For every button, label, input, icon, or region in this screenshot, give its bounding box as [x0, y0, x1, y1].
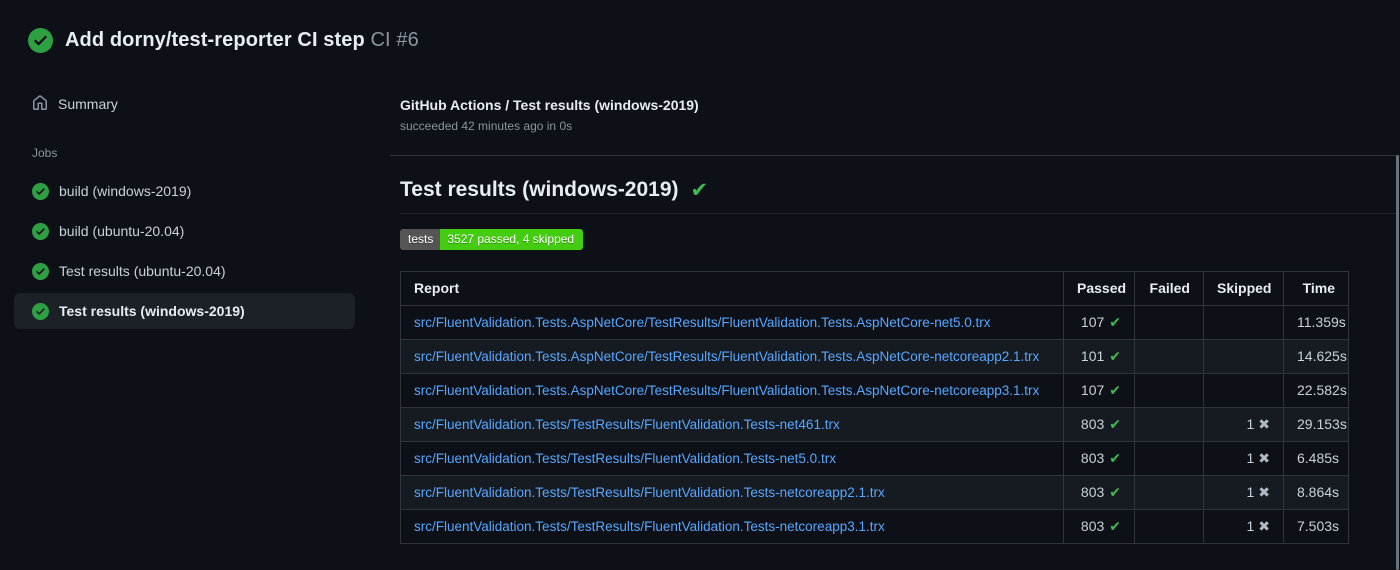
job-label: Test results (windows-2019) [59, 303, 245, 319]
report-heading: Test results (windows-2019) ✔ [400, 178, 1396, 214]
table-row: src/FluentValidation.Tests.AspNetCore/Te… [400, 305, 1349, 340]
passed-check-icon: ✔ [1109, 348, 1121, 364]
jobs-section-label: Jobs [32, 146, 58, 160]
table-row: src/FluentValidation.Tests.AspNetCore/Te… [400, 373, 1349, 408]
success-check-icon: ✔ [690, 178, 709, 202]
passed-cell: 107 ✔ [1063, 373, 1135, 408]
passed-cell: 803 ✔ [1063, 407, 1135, 442]
skipped-x-icon: ✖ [1258, 518, 1270, 534]
column-header-failed: Failed [1134, 271, 1204, 306]
report-cell: src/FluentValidation.Tests/TestResults/F… [400, 407, 1064, 442]
table-row: src/FluentValidation.Tests/TestResults/F… [400, 475, 1349, 510]
column-header-report: Report [400, 271, 1064, 306]
success-check-circle-icon [32, 302, 49, 320]
job-list: build (windows-2019) build (ubuntu-20.04)… [0, 173, 390, 333]
passed-check-icon: ✔ [1109, 518, 1121, 534]
column-header-time: Time [1283, 271, 1349, 306]
sidebar-job-item[interactable]: build (ubuntu-20.04) [14, 213, 355, 249]
skipped-cell: 1 ✖ [1203, 407, 1284, 442]
passed-cell: 107 ✔ [1063, 305, 1135, 340]
check-suite-header: GitHub Actions / Test results (windows-2… [400, 97, 699, 133]
home-icon [32, 94, 48, 114]
report-cell: src/FluentValidation.Tests/TestResults/F… [400, 441, 1064, 476]
skipped-cell: 1 ✖ [1203, 509, 1284, 544]
sidebar-job-item[interactable]: build (windows-2019) [14, 173, 355, 209]
failed-cell [1134, 407, 1204, 442]
check-title: GitHub Actions / Test results (windows-2… [400, 97, 699, 113]
workflow-run-page: Add dorny/test-reporter CI step CI #6 Su… [0, 0, 1400, 570]
time-cell: 7.503s [1283, 509, 1349, 544]
header-divider [390, 155, 1396, 156]
report-cell: src/FluentValidation.Tests/TestResults/F… [400, 475, 1064, 510]
job-label: build (ubuntu-20.04) [59, 223, 185, 239]
skipped-x-icon: ✖ [1258, 416, 1270, 432]
table-header-row: Report Passed Failed Skipped Time [400, 271, 1349, 306]
time-cell: 29.153s [1283, 407, 1349, 442]
time-cell: 14.625s [1283, 339, 1349, 374]
sidebar-job-item[interactable]: Test results (ubuntu-20.04) [14, 253, 355, 289]
passed-cell: 803 ✔ [1063, 441, 1135, 476]
sidebar-job-item[interactable]: Test results (windows-2019) [14, 293, 355, 329]
passed-cell: 101 ✔ [1063, 339, 1135, 374]
results-table: Report Passed Failed Skipped Time src/Fluent… [400, 271, 1349, 544]
passed-cell: 803 ✔ [1063, 475, 1135, 510]
table-row: src/FluentValidation.Tests.AspNetCore/Te… [400, 339, 1349, 374]
skipped-cell: 1 ✖ [1203, 441, 1284, 476]
report-link[interactable]: src/FluentValidation.Tests/TestResults/F… [414, 485, 885, 500]
failed-cell [1134, 305, 1204, 340]
check-status: succeeded 42 minutes ago in 0s [400, 119, 573, 133]
report-cell: src/FluentValidation.Tests.AspNetCore/Te… [400, 373, 1064, 408]
passed-check-icon: ✔ [1109, 416, 1121, 432]
badge-value: 3527 passed, 4 skipped [440, 229, 584, 250]
failed-cell [1134, 475, 1204, 510]
report-cell: src/FluentValidation.Tests/TestResults/F… [400, 509, 1064, 544]
passed-check-icon: ✔ [1109, 484, 1121, 500]
passed-check-icon: ✔ [1109, 450, 1121, 466]
time-cell: 22.582s [1283, 373, 1349, 408]
skipped-cell [1203, 339, 1284, 374]
skipped-cell: 1 ✖ [1203, 475, 1284, 510]
passed-cell: 803 ✔ [1063, 509, 1135, 544]
passed-check-icon: ✔ [1109, 314, 1121, 330]
report-link[interactable]: src/FluentValidation.Tests/TestResults/F… [414, 417, 840, 432]
job-label: build (windows-2019) [59, 183, 192, 199]
skipped-cell [1203, 373, 1284, 408]
report-title: Test results (windows-2019) [400, 178, 679, 201]
failed-cell [1134, 339, 1204, 374]
report-link[interactable]: src/FluentValidation.Tests/TestResults/F… [414, 451, 836, 466]
summary-label: Summary [58, 96, 118, 112]
report-link[interactable]: src/FluentValidation.Tests.AspNetCore/Te… [414, 315, 991, 330]
failed-cell [1134, 441, 1204, 476]
column-header-passed: Passed [1063, 271, 1135, 306]
success-check-circle-icon [32, 262, 49, 280]
failed-cell [1134, 509, 1204, 544]
report-cell: src/FluentValidation.Tests.AspNetCore/Te… [400, 339, 1064, 374]
time-cell: 6.485s [1283, 441, 1349, 476]
skipped-x-icon: ✖ [1258, 484, 1270, 500]
job-label: Test results (ubuntu-20.04) [59, 263, 226, 279]
report-cell: src/FluentValidation.Tests.AspNetCore/Te… [400, 305, 1064, 340]
sidebar: Summary Jobs build (windows-2019) build (… [0, 0, 390, 570]
success-check-circle-icon [32, 222, 49, 240]
vertical-scrollbar[interactable] [1396, 155, 1399, 570]
report-link[interactable]: src/FluentValidation.Tests.AspNetCore/Te… [414, 349, 1039, 364]
time-cell: 11.359s [1283, 305, 1349, 340]
passed-check-icon: ✔ [1109, 382, 1121, 398]
table-row: src/FluentValidation.Tests/TestResults/F… [400, 509, 1349, 544]
skipped-x-icon: ✖ [1258, 450, 1270, 466]
skipped-cell [1203, 305, 1284, 340]
sidebar-item-summary[interactable]: Summary [14, 86, 355, 122]
column-header-skipped: Skipped [1203, 271, 1284, 306]
table-row: src/FluentValidation.Tests/TestResults/F… [400, 407, 1349, 442]
table-row: src/FluentValidation.Tests/TestResults/F… [400, 441, 1349, 476]
tests-badge: tests 3527 passed, 4 skipped [400, 229, 584, 250]
time-cell: 8.864s [1283, 475, 1349, 510]
report-link[interactable]: src/FluentValidation.Tests.AspNetCore/Te… [414, 383, 1039, 398]
report-link[interactable]: src/FluentValidation.Tests/TestResults/F… [414, 519, 885, 534]
success-check-circle-icon [32, 182, 49, 200]
failed-cell [1134, 373, 1204, 408]
badge-label: tests [400, 229, 441, 250]
